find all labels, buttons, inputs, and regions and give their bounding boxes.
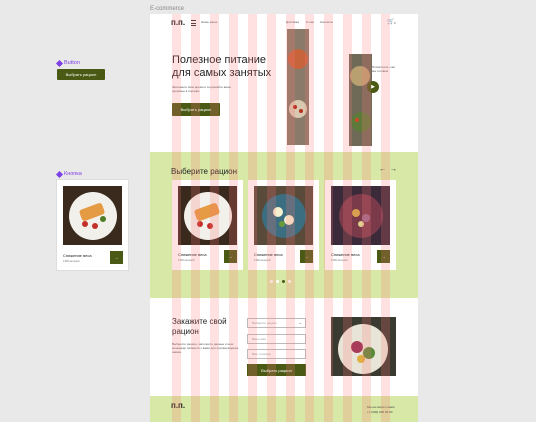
pagination-dot[interactable] [288, 280, 291, 283]
order-button[interactable]: Выбрать рацион [247, 364, 306, 376]
card-subtitle: 1300 калорий [254, 259, 271, 262]
diet-card[interactable]: Снижение веса 1300 калорий → [248, 180, 319, 270]
component-button[interactable]: Выбрать рацион [57, 69, 105, 80]
pagination-dot-active[interactable] [282, 280, 285, 283]
food-image [63, 186, 122, 245]
pagination-dot[interactable] [276, 280, 279, 283]
hero-button[interactable]: Выбрать рацион [172, 103, 220, 116]
menu-icon[interactable] [191, 20, 196, 26]
hero-note: Посмотрите, как мы готовим [372, 65, 395, 73]
card-subtitle: 1300 калорий [331, 259, 348, 262]
arrow-right-icon: → [304, 254, 309, 259]
hero-title: Полезное питание для самых занятых [172, 54, 272, 79]
arrow-right-icon: → [114, 255, 119, 260]
hero-subtitle: Экономьте свое время и сохраняйте ваше з… [172, 85, 232, 93]
nav-about[interactable]: О нас [306, 20, 314, 24]
nav-menu-link[interactable]: Наше меню [201, 20, 217, 24]
page-frame: п.п. Наше меню Доставка О нас Контакты 🛒… [150, 14, 418, 422]
arrow-right-icon: → [381, 254, 386, 259]
component-label-card: Кнопка [55, 170, 82, 178]
component-label-button: Button [55, 59, 80, 67]
footer-phone[interactable]: +7 (000) 000 00 00 [367, 410, 392, 414]
nav-contacts[interactable]: Контакты [320, 20, 333, 24]
hero-photo-2 [349, 54, 372, 146]
pagination-dot[interactable] [270, 280, 273, 283]
pagination-dots [270, 280, 291, 283]
diet-card[interactable]: Снижение веса 1300 калорий → [325, 180, 396, 270]
diet-select[interactable]: Выберите рацион ⌄ [247, 318, 306, 328]
card-arrow-button[interactable]: → [300, 250, 313, 263]
card-title: Снижение веса [331, 252, 360, 257]
arrow-right-icon: → [228, 254, 233, 259]
card-title: Снижение веса [178, 252, 207, 257]
card-arrow-button[interactable]: → [110, 251, 123, 264]
arrow-left-icon[interactable]: ← [379, 166, 386, 173]
order-photo [331, 317, 396, 376]
diet-card[interactable]: Снижение веса 1300 калорий → [172, 180, 243, 270]
card-arrow-button[interactable]: → [224, 250, 237, 263]
order-title: Закажите свой рацион [172, 317, 227, 336]
footer-logo[interactable]: п.п. [171, 401, 185, 410]
chevron-down-icon: ⌄ [298, 320, 302, 325]
play-icon[interactable]: ▶ [367, 81, 379, 93]
order-description: Выберите рацион, заполните данные и наш … [172, 342, 239, 354]
card-title: Снижение веса [63, 253, 92, 258]
frame-label: E-commerce [150, 6, 185, 12]
card-subtitle: 1300 калорий [178, 259, 195, 262]
phone-field[interactable]: Ваш телефон [247, 349, 306, 359]
logo[interactable]: п.п. [171, 18, 185, 27]
nav-delivery[interactable]: Доставка [286, 20, 299, 24]
footer-contact-label: Мы на связи с вами [367, 405, 395, 409]
hero-photo-1 [287, 29, 309, 145]
food-image [254, 186, 313, 245]
name-field[interactable]: Ваше имя [247, 334, 306, 344]
card-title: Снижение веса [254, 252, 283, 257]
card-arrow-button[interactable]: → [377, 250, 390, 263]
card-subtitle: 1300 калорий [63, 260, 80, 263]
arrow-right-icon[interactable]: → [390, 166, 397, 173]
food-image [331, 186, 390, 245]
component-card[interactable]: Снижение веса 1300 калорий → [57, 180, 128, 270]
cart-count: 0 [394, 21, 396, 25]
header: п.п. Наше меню Доставка О нас Контакты 🛒… [150, 14, 418, 32]
menu-title: Выберите рацион [171, 167, 238, 176]
footer: п.п. Мы на связи с вами +7 (000) 000 00 … [150, 396, 418, 422]
food-image [178, 186, 237, 245]
